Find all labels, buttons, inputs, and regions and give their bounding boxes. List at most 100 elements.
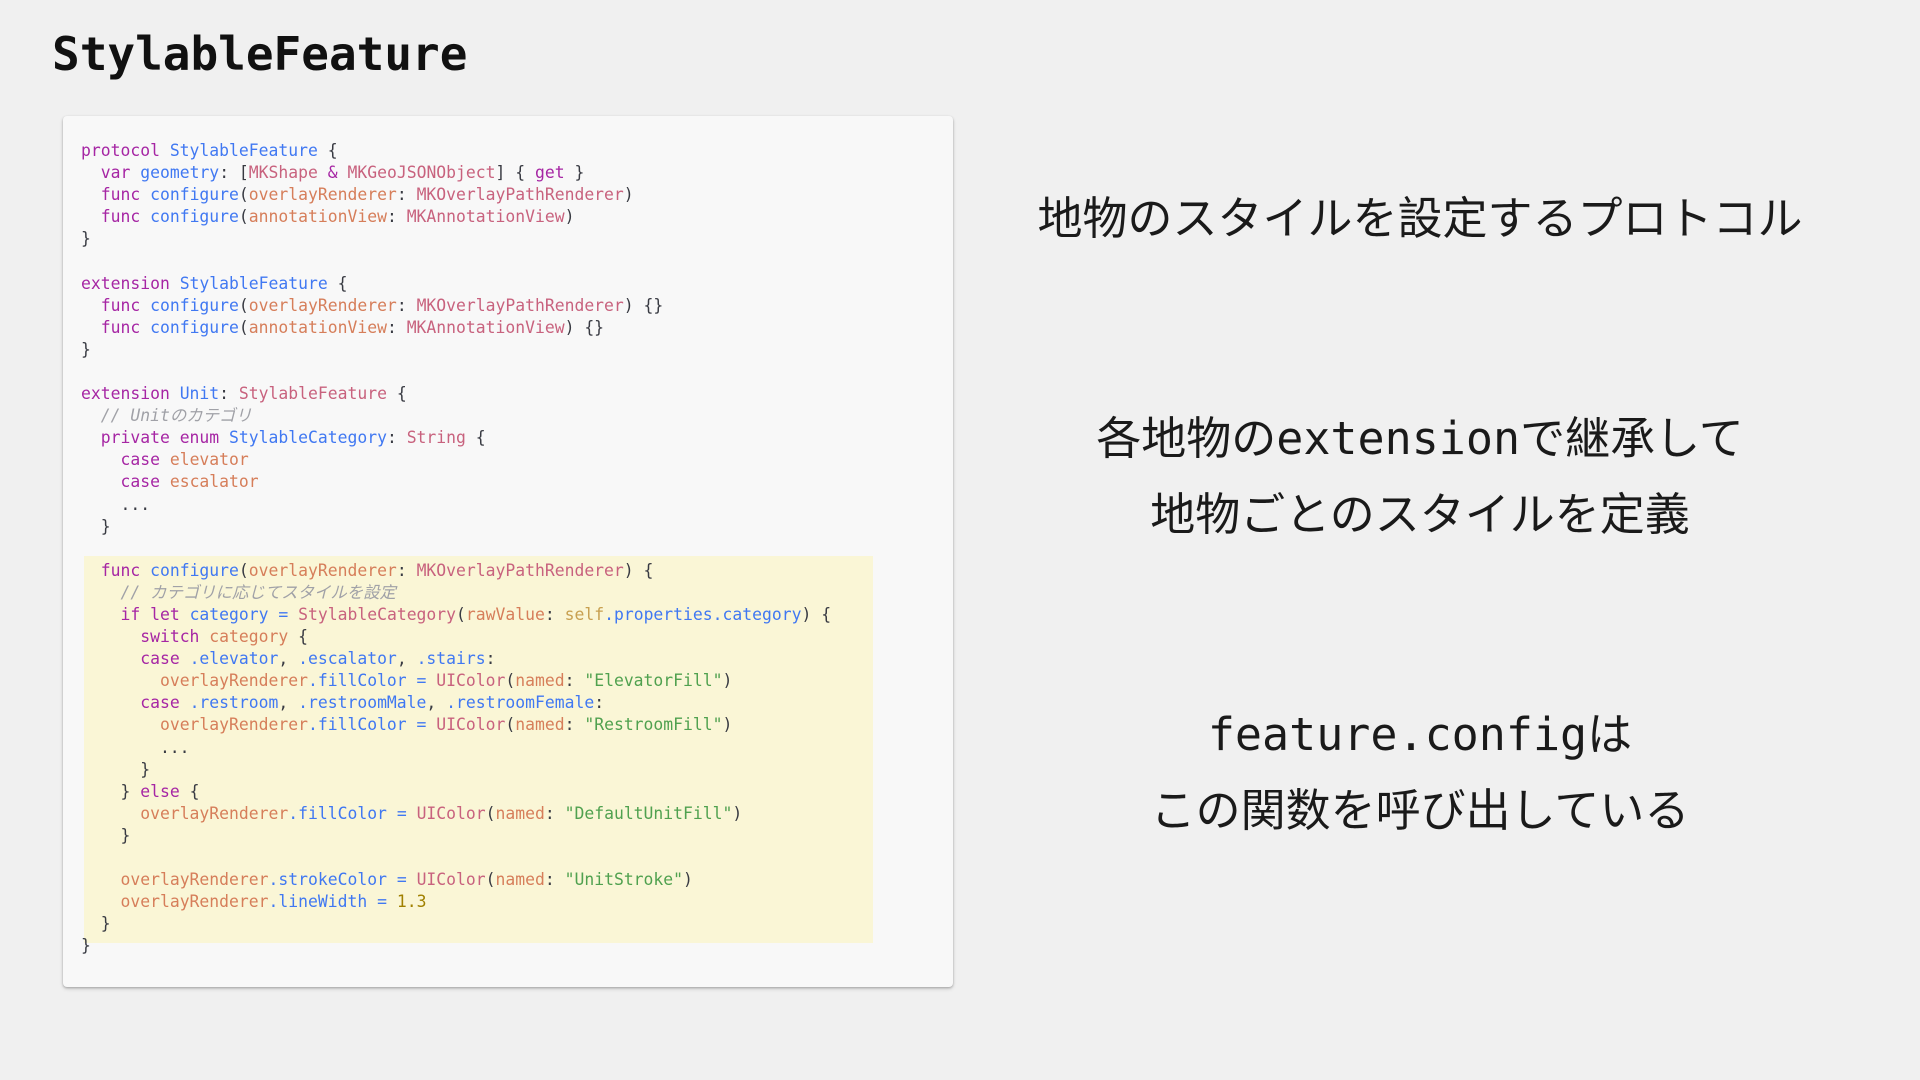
code-line-4: func configure(annotationView: MKAnnotat… [81,206,941,228]
code-line-32: } [81,825,941,847]
code-token: : [594,693,605,713]
code-token: StylableFeature [169,141,318,160]
code-token: MKShape [248,163,318,183]
caption-config-line1: feature.configは [1000,697,1840,773]
code-token: rawValue [465,604,545,624]
code-line-20: func configure(overlayRenderer: MKOverla… [81,560,941,582]
code-token: overlayRenderer [248,560,397,580]
code-token: overlayRenderer [159,715,308,735]
code-token: "UnitStroke" [564,870,684,890]
code-token: .fillColor [307,671,407,691]
code-line-26: case .restroom, .restroomMale, .restroom… [81,692,941,714]
code-line-5: } [81,228,941,250]
code-token: named [515,715,565,735]
code-token: .escalator [298,649,397,669]
code-token: { [465,428,486,448]
code-token: } [81,339,91,359]
code-token: .stairs [416,649,486,669]
code-token: : [386,317,407,337]
code-token: UIColor [436,671,506,691]
code-token: "ElevatorFill" [584,671,723,691]
code-token: named [515,671,565,691]
code-line-3: func configure(overlayRenderer: MKOverla… [81,184,941,206]
code-token: func [100,317,151,337]
code-line-17: ... [81,494,941,516]
code-line-31: overlayRenderer.fillColor = UIColor(name… [81,803,941,825]
code-token: ( [485,803,496,823]
code-token: MKGeoJSONObject [347,163,496,183]
code-token: overlayRenderer [120,870,269,890]
code-token: "RestroomFill" [584,715,723,735]
code-token: UIColor [436,715,506,735]
code-token: ) [683,870,693,890]
code-token: = [377,892,387,912]
code-line-22: if let category = StylableCategory(rawVa… [81,604,941,626]
code-token: overlayRenderer [140,803,289,823]
code-token: switch [140,627,210,647]
code-token: ) {} [623,295,664,315]
code-token: .restroomMale [298,693,427,713]
caption-extension-line1-text: 各地物のextensionで継承して [1096,412,1744,465]
code-token: extension [81,384,180,404]
code-token: = [416,715,427,735]
code-token: } [81,936,91,956]
code-token: annotationView [248,317,387,337]
code-token: { [288,627,308,647]
code-token: geometry [140,163,220,183]
code-token: .restroomFemale [446,693,595,713]
code-line-23: switch category { [81,626,941,648]
caption-extension-line2: 地物ごとのスタイルを定義 [1150,488,1690,541]
code-token: overlayRenderer [248,295,397,315]
code-token: : [544,604,565,624]
code-token: } [564,163,585,183]
code-token: ) { [623,560,654,580]
code-token: private enum [100,428,230,448]
code-token: } [81,229,91,249]
code-token: StylableCategory [298,604,457,624]
caption-config-suffix: は [1587,708,1633,761]
code-line-24: case .elevator, .escalator, .stairs: [81,648,941,670]
code-token: ] { [495,163,536,183]
code-line-30: } else { [81,781,941,803]
code-line-28: ... [81,737,941,759]
code-token: : [564,715,585,735]
caption-config: feature.configは この関数を呼び出している [1000,697,1840,849]
code-line-8: func configure(overlayRenderer: MKOverla… [81,295,941,317]
code-token: overlayRenderer [120,892,269,912]
code-token: elevator [169,450,249,470]
caption-protocol-text: 地物のスタイルを設定するプロトコル [1037,192,1803,245]
code-token: case [140,649,190,669]
code-token: } [81,825,131,845]
code-token: .elevator [189,649,279,669]
slide-title: StylableFeature [52,27,468,81]
code-token: ) [722,715,733,735]
code-token: } [81,914,111,934]
code-token: ( [485,870,496,890]
code-token: configure [150,317,239,337]
code-line-37: } [81,935,941,957]
code-token: extension [81,273,180,293]
code-token: } [81,516,111,536]
code-token: MKOverlayPathRenderer [416,560,624,580]
code-token: MKAnnotationView [406,207,565,227]
code-line-14: private enum StylableCategory: String { [81,427,941,449]
